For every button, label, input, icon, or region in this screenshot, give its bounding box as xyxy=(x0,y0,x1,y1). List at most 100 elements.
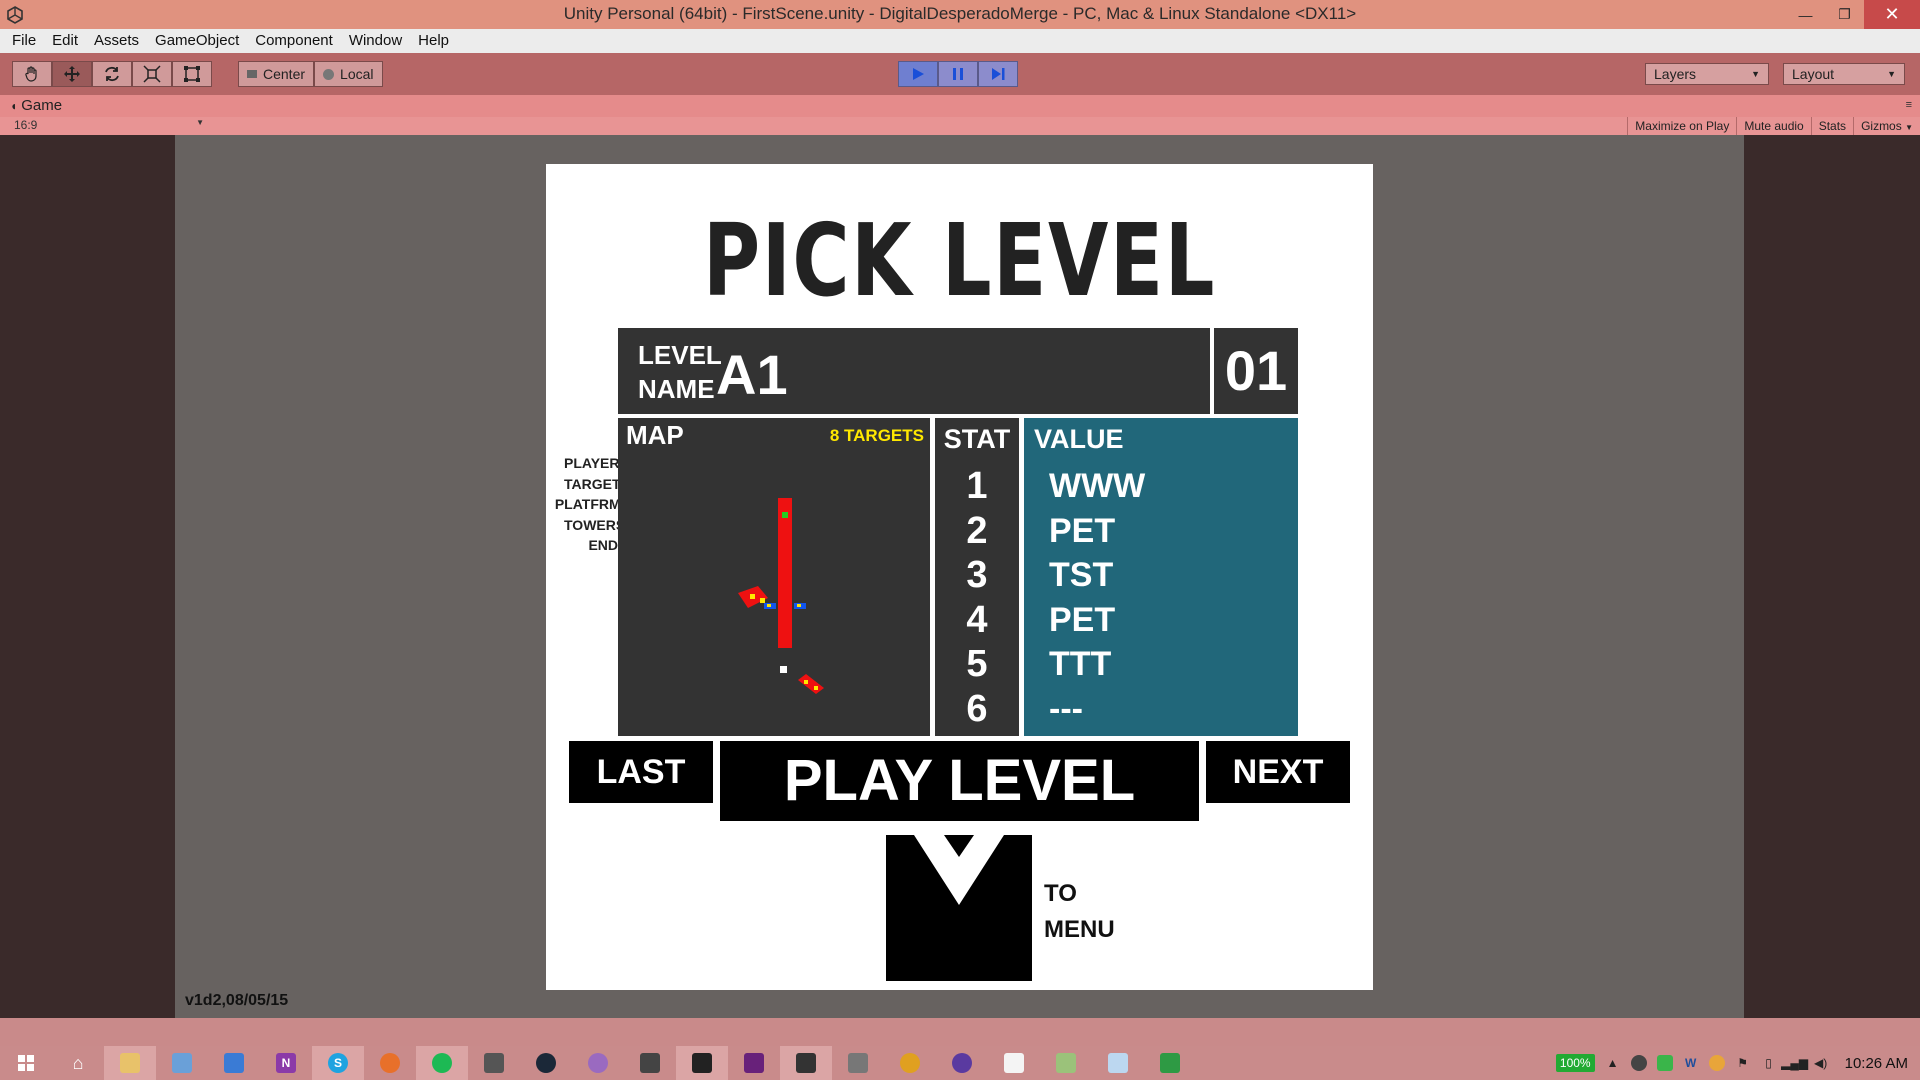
play-button[interactable] xyxy=(898,61,938,87)
move-tool-button[interactable] xyxy=(52,61,92,87)
legend-label: END xyxy=(588,537,618,554)
game-view: v1d2,08/05/15 PICK LEVEL LEVEL NAME A1 0… xyxy=(0,135,1920,1018)
word-icon[interactable]: W xyxy=(1683,1055,1699,1071)
gizmos-dropdown[interactable]: Gizmos ▼ xyxy=(1853,117,1920,135)
taskbar-remote[interactable] xyxy=(208,1046,260,1080)
target-marker xyxy=(760,598,765,603)
menu-edit[interactable]: Edit xyxy=(44,29,86,53)
menu-help[interactable]: Help xyxy=(410,29,457,53)
gamepad-icon xyxy=(848,1053,868,1073)
aspect-ratio-dropdown[interactable]: 16:9 ▼ xyxy=(14,118,204,132)
pivot-local-label: Local xyxy=(340,66,374,82)
taskbar-image[interactable] xyxy=(1040,1046,1092,1080)
menu-gameobject[interactable]: GameObject xyxy=(147,29,247,53)
pause-button[interactable] xyxy=(938,61,978,87)
minimize-button[interactable]: — xyxy=(1786,0,1825,29)
image-icon xyxy=(1056,1053,1076,1073)
taskbar-home[interactable]: ⌂ xyxy=(52,1046,104,1080)
hand-tool-button[interactable] xyxy=(12,61,52,87)
chevron-down-icon: ▼ xyxy=(1751,69,1760,79)
taskbar-unity-active[interactable] xyxy=(676,1046,728,1080)
targets-count: 8 TARGETS xyxy=(829,426,924,445)
taskbar-spotify[interactable] xyxy=(416,1046,468,1080)
stat-header: STAT xyxy=(943,424,1011,454)
taskbar-headphones[interactable] xyxy=(884,1046,936,1080)
signal-icon[interactable]: ▂▄▆ xyxy=(1781,1055,1808,1071)
taskbar-notepad[interactable] xyxy=(1092,1046,1144,1080)
taskbar-sheet[interactable] xyxy=(1144,1046,1196,1080)
last-level-button[interactable]: LAST xyxy=(569,741,713,803)
shield-check-icon[interactable] xyxy=(1656,1055,1673,1071)
taskbar-chat[interactable] xyxy=(572,1046,624,1080)
volume-icon[interactable]: ◀) xyxy=(1813,1055,1829,1071)
taskbar-visual-studio[interactable] xyxy=(728,1046,780,1080)
taskbar-explorer[interactable] xyxy=(104,1046,156,1080)
play-level-button[interactable]: PLAY LEVEL xyxy=(720,741,1199,821)
stat-number: 5 xyxy=(966,643,988,685)
game-viewport[interactable]: v1d2,08/05/15 PICK LEVEL LEVEL NAME A1 0… xyxy=(175,135,1744,1018)
next-level-button[interactable]: NEXT xyxy=(1206,741,1350,803)
scale-icon xyxy=(143,65,161,83)
pivot-local-toggle[interactable]: Local xyxy=(314,61,383,87)
panel-menu-icon[interactable]: ≡ xyxy=(1906,99,1912,111)
taskbar-record[interactable] xyxy=(936,1046,988,1080)
onenote-icon: N xyxy=(276,1053,296,1073)
tab-game[interactable]: ◖ Game xyxy=(10,97,62,114)
taskbar-unity[interactable] xyxy=(624,1046,676,1080)
pivot-center-label: Center xyxy=(263,66,306,82)
target-marker xyxy=(797,604,801,607)
fox-tray-icon[interactable] xyxy=(1630,1055,1647,1071)
level-name-caption: LEVEL NAME xyxy=(638,338,722,406)
battery-indicator[interactable]: 100% xyxy=(1555,1054,1595,1072)
taskbar-steam[interactable] xyxy=(520,1046,572,1080)
layers-dropdown[interactable]: Layers ▼ xyxy=(1645,63,1769,85)
flag-icon[interactable]: ⚑ xyxy=(1735,1055,1751,1071)
rect-tool-button[interactable] xyxy=(172,61,212,87)
menu-window[interactable]: Window xyxy=(341,29,410,53)
taskbar-network[interactable] xyxy=(156,1046,208,1080)
window-title: Unity Personal (64bit) - FirstScene.unit… xyxy=(563,4,1357,23)
move-arrows-icon xyxy=(64,66,80,82)
maximize-button[interactable]: ❐ xyxy=(1825,0,1864,29)
step-button[interactable] xyxy=(978,61,1018,87)
clock[interactable]: 10:26 AM xyxy=(1845,1055,1908,1072)
taskbar-game[interactable] xyxy=(832,1046,884,1080)
chevron-up-icon[interactable]: ▲ xyxy=(1605,1055,1621,1071)
stat-number: 1 xyxy=(966,465,988,507)
menu-file[interactable]: File xyxy=(4,29,44,53)
level-caption-line1: LEVEL xyxy=(638,340,722,370)
taskbar-document[interactable] xyxy=(988,1046,1040,1080)
taskbar-inkscape[interactable] xyxy=(780,1046,832,1080)
to-menu-line2: MENU xyxy=(1044,916,1115,943)
close-button[interactable]: ✕ xyxy=(1864,0,1920,29)
level-caption-line2: NAME xyxy=(638,374,715,404)
record-icon xyxy=(952,1053,972,1073)
pivot-center-toggle[interactable]: Center xyxy=(238,61,315,87)
start-button[interactable] xyxy=(0,1046,52,1080)
taskbar-onenote[interactable]: N xyxy=(260,1046,312,1080)
menu-component[interactable]: Component xyxy=(247,29,341,53)
spreadsheet-icon xyxy=(1160,1053,1180,1073)
stats-toggle[interactable]: Stats xyxy=(1810,117,1853,135)
layout-dropdown[interactable]: Layout ▼ xyxy=(1783,63,1905,85)
menu-assets[interactable]: Assets xyxy=(86,29,147,53)
target-marker xyxy=(804,680,808,684)
inkscape-icon xyxy=(796,1053,816,1073)
scale-tool-button[interactable] xyxy=(132,61,172,87)
level-name-panel: LEVEL NAME A1 xyxy=(618,328,1210,414)
mute-audio-toggle[interactable]: Mute audio xyxy=(1736,117,1810,135)
taskbar-app-fox[interactable] xyxy=(468,1046,520,1080)
device-icon[interactable]: ▯ xyxy=(1761,1055,1777,1071)
chrome-icon[interactable] xyxy=(1708,1055,1725,1071)
rotate-tool-button[interactable] xyxy=(92,61,132,87)
to-menu-button[interactable] xyxy=(886,835,1032,981)
taskbar-skype[interactable]: S xyxy=(312,1046,364,1080)
hand-icon xyxy=(25,66,37,82)
stat-value: TST xyxy=(1049,556,1114,594)
taskbar-firefox[interactable] xyxy=(364,1046,416,1080)
layers-label: Layers xyxy=(1654,66,1697,82)
value-column: VALUE WWW PET TST PET TTT --- xyxy=(1024,418,1298,736)
windows-logo-icon xyxy=(18,1055,34,1071)
maximize-on-play-toggle[interactable]: Maximize on Play xyxy=(1627,117,1736,135)
legend-label: TOWERS xyxy=(564,516,626,533)
